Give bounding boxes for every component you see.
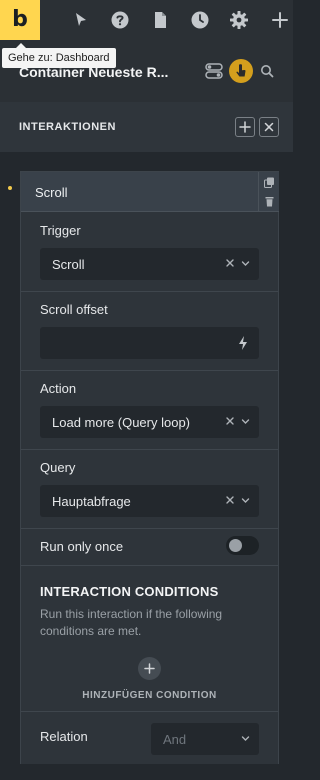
history-icon[interactable] (190, 10, 210, 30)
chevron-down-icon[interactable] (240, 733, 251, 744)
divider (21, 370, 278, 371)
interactions-cursor-button[interactable] (229, 59, 253, 83)
relation-label: Relation (40, 729, 88, 744)
clear-icon[interactable] (224, 415, 236, 427)
relation-select[interactable]: And (151, 723, 259, 755)
dashboard-logo-button[interactable]: b (0, 0, 40, 40)
chevron-down-icon[interactable] (240, 416, 251, 427)
section-title: INTERAKTIONEN (19, 121, 116, 133)
clear-icon[interactable] (224, 257, 236, 269)
divider (21, 565, 278, 566)
plus-icon[interactable] (270, 10, 290, 30)
query-select[interactable]: Hauptabfrage (40, 485, 259, 517)
add-condition-button[interactable] (138, 657, 161, 680)
run-only-once-toggle[interactable] (226, 536, 259, 555)
page-icon[interactable] (150, 10, 170, 30)
settings-icon[interactable] (229, 10, 249, 30)
divider (21, 528, 278, 529)
action-select[interactable]: Load more (Query loop) (40, 406, 259, 438)
divider (21, 449, 278, 450)
remove-interactions-button[interactable] (259, 117, 279, 137)
help-icon[interactable] (110, 10, 130, 30)
run-only-once-label: Run only once (40, 539, 124, 554)
conditions-description: Run this interaction if the following co… (40, 607, 223, 638)
action-value: Load more (Query loop) (52, 415, 191, 430)
action-label: Action (40, 381, 77, 396)
toggle-settings-icon[interactable] (204, 61, 224, 81)
scroll-offset-label: Scroll offset (40, 302, 108, 317)
trigger-label: Trigger (40, 223, 81, 238)
add-condition-label[interactable]: HINZUFÜGEN CONDITION (21, 690, 278, 701)
interactions-section-header: INTERAKTIONEN (0, 102, 293, 152)
relation-value: And (163, 732, 187, 747)
chevron-down-icon[interactable] (240, 258, 251, 269)
query-value: Hauptabfrage (52, 494, 131, 509)
conditions-title: INTERACTION CONDITIONS (40, 584, 219, 599)
relation-row: Relation And (21, 711, 278, 764)
divider (21, 291, 278, 292)
scroll-offset-input[interactable] (40, 327, 259, 359)
delete-icon[interactable] (264, 196, 275, 207)
dynamic-data-icon[interactable] (237, 335, 249, 351)
duplicate-icon[interactable] (264, 177, 275, 188)
search-icon[interactable] (260, 64, 274, 78)
pointer-icon[interactable] (71, 10, 91, 30)
interaction-header[interactable]: Scroll (21, 172, 258, 212)
top-toolbar: b (0, 0, 293, 40)
trigger-select[interactable]: Scroll (40, 248, 259, 280)
interaction-title: Scroll (35, 185, 68, 200)
clear-icon[interactable] (224, 494, 236, 506)
interaction-actions (258, 172, 279, 212)
trigger-value: Scroll (52, 257, 85, 272)
interaction-card: Scroll Trigger Scroll Scroll offset Acti… (20, 171, 279, 764)
toggle-knob (229, 539, 242, 552)
add-interaction-button[interactable] (235, 117, 255, 137)
dashboard-tooltip: Gehe zu: Dashboard (2, 43, 116, 68)
active-marker-dot (8, 186, 12, 190)
query-label: Query (40, 460, 76, 475)
chevron-down-icon[interactable] (240, 495, 251, 506)
